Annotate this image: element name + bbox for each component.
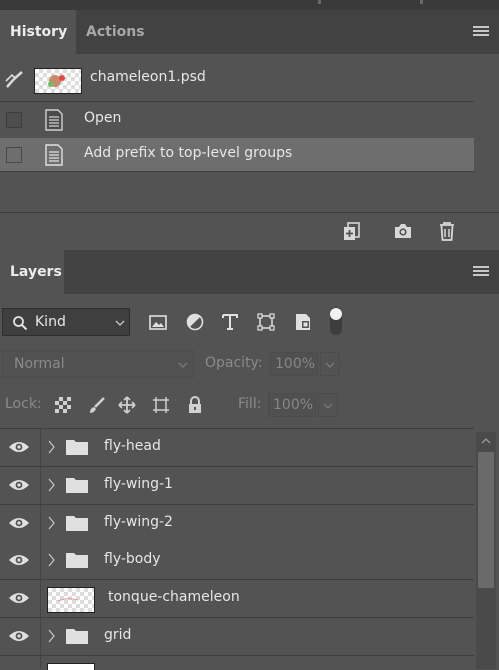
- eye-icon[interactable]: [8, 439, 30, 455]
- layer-row[interactable]: grid: [0, 618, 474, 656]
- folder-icon: [66, 516, 88, 531]
- visibility-divider: [40, 656, 41, 669]
- adjustment-filter-icon[interactable]: [185, 312, 205, 332]
- scroll-up-arrow-icon[interactable]: [481, 437, 491, 445]
- folder-icon: [66, 440, 88, 455]
- tab-history[interactable]: History: [0, 10, 76, 54]
- search-icon: [13, 316, 28, 331]
- folder-icon: [66, 478, 88, 493]
- eye-icon[interactable]: [8, 477, 30, 493]
- visibility-divider: [40, 505, 41, 542]
- layer-thumbnail: [47, 587, 95, 613]
- top-edge-mark: [318, 0, 321, 4]
- folder-icon: [66, 629, 88, 644]
- layer-name[interactable]: tonque-chameleon: [108, 589, 240, 605]
- image-filter-icon[interactable]: [148, 312, 168, 332]
- lock-label: Lock:: [5, 396, 42, 412]
- eye-icon[interactable]: [8, 628, 30, 644]
- layer-name[interactable]: fly-wing-1: [104, 476, 173, 492]
- history-footer-divider: [0, 212, 499, 213]
- chevron-right-icon[interactable]: [48, 478, 56, 492]
- fill-label: Fill:: [238, 396, 262, 412]
- chevron-right-icon[interactable]: [48, 440, 56, 454]
- opacity-label: Opacity:: [205, 355, 263, 371]
- history-state-row[interactable]: Open: [0, 101, 474, 139]
- history-tabbar: History Actions: [0, 10, 499, 54]
- visibility-divider: [40, 429, 41, 466]
- history-snapshot-row[interactable]: chameleon1.psd: [0, 55, 474, 102]
- visibility-divider: [40, 542, 41, 579]
- history-state-checkbox[interactable]: [6, 112, 22, 128]
- chevron-down-icon: [325, 362, 335, 368]
- tab-layers[interactable]: Layers: [0, 250, 64, 294]
- history-brush-source-icon[interactable]: [4, 69, 26, 89]
- layer-name[interactable]: fly-body: [104, 551, 161, 567]
- lock-image-pixels-icon[interactable]: [88, 396, 106, 414]
- camera-icon[interactable]: [392, 220, 414, 242]
- visibility-divider: [40, 580, 41, 617]
- type-filter-icon[interactable]: [220, 312, 240, 332]
- fill-slider-toggle[interactable]: [318, 393, 338, 417]
- layer-name[interactable]: grid: [104, 627, 131, 643]
- top-edge-mark: [420, 0, 423, 4]
- layer-row[interactable]: fly-wing-1: [0, 467, 474, 505]
- layer-name[interactable]: fly-wing-2: [104, 514, 173, 530]
- eye-icon[interactable]: [8, 515, 30, 531]
- history-state-checkbox[interactable]: [6, 147, 22, 163]
- layer-name[interactable]: fly-head: [104, 438, 161, 454]
- history-state-label: Open: [84, 110, 122, 126]
- filter-kind-label: Kind: [35, 314, 66, 330]
- shape-filter-icon[interactable]: [256, 312, 276, 332]
- history-panel-menu-icon[interactable]: [473, 26, 489, 38]
- opacity-slider-toggle[interactable]: [320, 352, 340, 376]
- chevron-right-icon[interactable]: [48, 516, 56, 530]
- snapshot-thumbnail: [34, 68, 82, 94]
- tab-actions[interactable]: Actions: [76, 10, 155, 54]
- layers-panel-menu-icon[interactable]: [473, 266, 489, 278]
- visibility-divider: [40, 467, 41, 504]
- fill-input[interactable]: 100%: [268, 393, 316, 417]
- layers-scrollbar-thumb[interactable]: [478, 452, 494, 588]
- layer-row[interactable]: tonque-chameleon: [0, 580, 474, 618]
- new-document-from-state-icon[interactable]: [341, 220, 363, 242]
- layer-row[interactable]: fly-head: [0, 429, 474, 467]
- chevron-down-icon: [115, 320, 125, 326]
- blend-mode-dropdown[interactable]: Normal: [2, 350, 194, 378]
- layer-row[interactable]: fly-wing-2: [0, 505, 474, 543]
- lock-transparent-pixels-icon[interactable]: [54, 396, 72, 414]
- chevron-down-icon: [323, 403, 333, 409]
- smart-object-filter-icon[interactable]: [293, 312, 313, 332]
- layers-tabbar: Layers: [0, 250, 499, 294]
- visibility-divider: [40, 618, 41, 655]
- chevron-right-icon[interactable]: [48, 629, 56, 643]
- filter-toggle-icon[interactable]: [328, 306, 344, 336]
- snapshot-label: chameleon1.psd: [90, 69, 206, 85]
- chevron-right-icon[interactable]: [48, 553, 56, 567]
- folder-icon: [66, 553, 88, 568]
- history-state-icon: [45, 109, 63, 131]
- blend-mode-value: Normal: [14, 356, 65, 372]
- chevron-down-icon: [178, 362, 188, 368]
- lock-artboard-icon[interactable]: [152, 396, 170, 414]
- history-state-icon: [45, 144, 63, 166]
- layer-row[interactable]: fly-body: [0, 542, 474, 580]
- eye-icon[interactable]: [8, 590, 30, 606]
- layer-row-partial[interactable]: [0, 656, 474, 670]
- lock-all-icon[interactable]: [186, 396, 204, 414]
- eye-icon[interactable]: [8, 552, 30, 568]
- history-state-row-selected[interactable]: Add prefix to top-level groups: [0, 138, 474, 172]
- lock-position-icon[interactable]: [118, 396, 136, 414]
- opacity-input[interactable]: 100%: [270, 352, 318, 376]
- panel-top-edge: [0, 0, 499, 10]
- filter-kind-dropdown[interactable]: Kind: [2, 308, 130, 336]
- history-state-label: Add prefix to top-level groups: [84, 145, 293, 161]
- trash-icon[interactable]: [436, 220, 458, 242]
